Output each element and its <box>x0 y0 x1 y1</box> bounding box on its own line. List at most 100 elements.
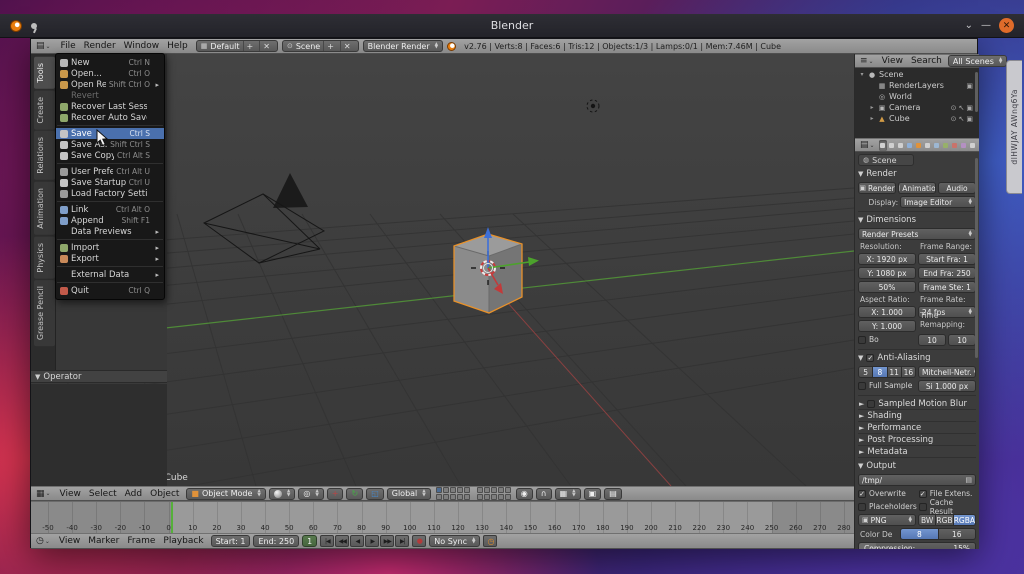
scene-selector[interactable]: ⊙ Scene + ✕ <box>281 40 359 52</box>
transport-button-4[interactable]: ▶▶ <box>380 535 395 547</box>
camera-toggle-icon[interactable]: ▣ <box>966 82 973 90</box>
minimize-button[interactable]: ⌄ <box>965 19 973 33</box>
opengl-render-anim-button[interactable]: ▤ <box>604 487 622 500</box>
window-titlebar[interactable]: Blender ⌄ — ✕ <box>0 14 1024 38</box>
delete-layout-button[interactable]: ✕ <box>259 41 273 51</box>
arrow-toggle-icon[interactable]: ↖ <box>959 115 965 123</box>
layer-cell[interactable] <box>449 487 456 493</box>
layer-cell[interactable] <box>435 494 442 500</box>
timeline-menu-playback[interactable]: Playback <box>159 536 207 546</box>
current-frame-field[interactable]: 1 <box>302 535 318 547</box>
outliner-row-scene[interactable]: ▾ ● Scene <box>855 69 979 80</box>
channel-rgb-button[interactable]: RGB <box>936 514 954 526</box>
toolshelf-tab-tools[interactable]: Tools <box>34 57 55 89</box>
layer-cell[interactable] <box>442 494 449 500</box>
frame-start-field[interactable]: Start Fra: 1 <box>918 253 976 265</box>
menu-file[interactable]: File <box>57 41 80 51</box>
remap-new-field[interactable]: 10 <box>948 334 976 346</box>
file-menu-item-user-preferences[interactable]: User Preferences...Ctrl Alt U <box>56 166 164 177</box>
aa-sample-5-button[interactable]: 5 <box>858 366 874 378</box>
camera-toggle-icon[interactable]: ▣ <box>966 104 973 112</box>
panel-metadata[interactable]: ► Metadata <box>858 446 976 458</box>
render-layers-tab[interactable] <box>887 139 896 151</box>
outliner-row-world[interactable]: ◎ World <box>855 91 979 102</box>
output-path-field[interactable]: /tmp/ ▤ <box>858 474 976 486</box>
frame-step-field[interactable]: Frame Ste: 1 <box>918 281 976 293</box>
layer-cell[interactable] <box>504 487 511 493</box>
constraints-tab[interactable] <box>923 139 932 151</box>
particles-tab[interactable] <box>968 139 976 151</box>
operator-panel-header[interactable]: ▼ Operator <box>31 370 167 383</box>
layer-cell[interactable] <box>476 487 483 493</box>
snap-target-select[interactable]: ▦ <box>554 487 581 500</box>
remap-old-field[interactable]: 10 <box>918 334 946 346</box>
outliner-row-cube[interactable]: ▸ ▲ Cube ⊙ ↖ ▣ <box>855 113 979 124</box>
panel-sampled-motion-blur[interactable]: ► Sampled Motion Blur <box>858 398 976 410</box>
editor-type-button[interactable]: ▤ ⌄ <box>858 140 877 150</box>
y-axis-handle[interactable] <box>528 257 539 266</box>
render-panel-header[interactable]: ▼ Render <box>858 168 976 180</box>
object-data-tab[interactable] <box>941 139 950 151</box>
layer-cell[interactable] <box>497 494 504 500</box>
filter-size-field[interactable]: Si 1.000 px <box>918 380 976 392</box>
scene-lock-button[interactable]: ◉ <box>515 487 533 500</box>
display-select[interactable]: Image Editor <box>900 196 976 208</box>
panel-post-processing[interactable]: ► Post Processing <box>858 434 976 446</box>
delete-scene-button[interactable]: ✕ <box>339 41 354 51</box>
end-frame-field[interactable]: End: 250 <box>253 535 300 547</box>
file-menu-item-quit[interactable]: Quit Ctrl Q <box>56 285 164 296</box>
dimensions-panel-header[interactable]: ▼ Dimensions <box>858 214 976 226</box>
file-menu-item-append[interactable]: Append Shift F1 <box>56 215 164 226</box>
outliner-row-camera[interactable]: ▸ ▣ Camera ⊙ ↖ ▣ <box>855 102 979 113</box>
timeline-strip[interactable]: -50 -40 -30 -20 -10 0 10 20 30 40 50 60 70 80 90 100 110… <box>31 501 854 533</box>
desktop-side-tab[interactable]: dlHWJAY AWnq6Ya <box>1006 60 1022 194</box>
file-menu-item-import[interactable]: Import ▸ <box>56 242 164 253</box>
output-panel-header[interactable]: ▼ Output <box>858 460 976 472</box>
full-sample-checkbox[interactable]: Full Sample <box>858 380 916 391</box>
camera-toggle-icon[interactable]: ▣ <box>966 115 973 123</box>
start-frame-field[interactable]: Start: 1 <box>210 535 251 547</box>
file-format-select[interactable]: ▣ PNG <box>858 514 916 526</box>
layer-cell[interactable] <box>456 487 463 493</box>
timeline-menu-frame[interactable]: Frame <box>123 536 159 546</box>
checkbox-overwrite[interactable]: ✓ Overwrite <box>858 488 917 499</box>
eye-toggle-icon[interactable]: ⊙ <box>951 115 957 123</box>
depth-8-button[interactable]: 8 <box>900 528 939 540</box>
aa-filter-select[interactable]: Mitchell-Netr. <box>918 366 976 378</box>
layer-cell[interactable] <box>490 487 497 493</box>
orientation-select[interactable]: Global <box>386 487 431 500</box>
editor-type-button[interactable]: ▦ ⌄ <box>34 489 53 499</box>
world-tab[interactable] <box>905 139 914 151</box>
outliner-menu-view[interactable]: View <box>878 56 907 66</box>
z-axis-handle[interactable] <box>484 227 492 238</box>
panel-performance[interactable]: ► Performance <box>858 422 976 434</box>
file-menu-item-new[interactable]: New Ctrl N <box>56 57 164 68</box>
outliner-filter-select[interactable]: All Scenes <box>947 55 1008 67</box>
properties-scrollbar[interactable] <box>975 158 978 358</box>
file-menu-item-recover-last-session[interactable]: Recover Last Session <box>56 101 164 112</box>
animation-button[interactable]: ▤Animation <box>898 182 936 194</box>
resolution-x-field[interactable]: X: 1920 px <box>858 253 916 265</box>
translate-manipulator-button[interactable]: + <box>326 487 344 500</box>
transport-button-3[interactable]: ▶ <box>365 535 380 547</box>
toolshelf-tab-grease-pencil[interactable]: Grease Pencil <box>34 280 55 347</box>
toolshelf-tab-animation[interactable]: Animation <box>34 182 55 235</box>
render-engine-select[interactable]: Blender Render <box>362 40 444 52</box>
layer-cell[interactable] <box>497 487 504 493</box>
pin-icon[interactable] <box>31 22 37 29</box>
editor-type-button[interactable]: ◷ ⌄ <box>34 536 52 546</box>
maximize-button[interactable]: — <box>981 19 991 33</box>
camera-object[interactable] <box>203 173 326 264</box>
modifiers-tab[interactable] <box>932 139 941 151</box>
mode-select[interactable]: ■ Object Mode <box>186 487 266 500</box>
border-checkbox[interactable]: Bo <box>858 334 916 345</box>
eye-toggle-icon[interactable]: ⊙ <box>951 104 957 112</box>
editor-type-button[interactable]: ≡ ⌄ <box>858 56 876 66</box>
toolshelf-tab-physics[interactable]: Physics <box>34 236 55 279</box>
file-menu-item-open-recent[interactable]: Open Recent...Shift Ctrl O ▸ <box>56 79 164 90</box>
toolshelf-tab-create[interactable]: Create <box>34 90 55 130</box>
toolshelf-tab-relations[interactable]: Relations <box>34 131 55 181</box>
checkbox-placeholders[interactable]: Placeholders <box>858 501 917 512</box>
scene-tab[interactable] <box>896 139 905 151</box>
layer-cell[interactable] <box>504 494 511 500</box>
